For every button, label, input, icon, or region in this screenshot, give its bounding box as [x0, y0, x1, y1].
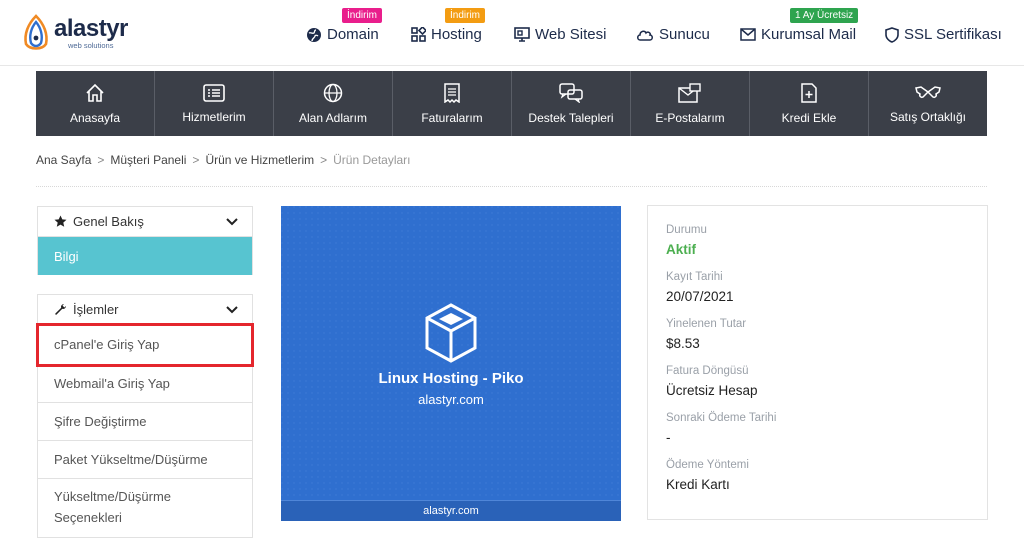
mainnav-anasayfa[interactable]: Anasayfa — [36, 71, 155, 136]
overview-item-bilgi[interactable]: Bilgi — [38, 237, 252, 275]
brand-tagline: web solutions — [68, 40, 114, 50]
upgrade-options-link[interactable]: Yükseltme/Düşürme Seçenekleri — [38, 479, 252, 537]
chevron-down-icon — [226, 217, 238, 225]
actions-panel-header[interactable]: İşlemler — [38, 295, 252, 325]
registration-date-value: 20/07/2021 — [666, 289, 734, 304]
topnav-label: Hosting — [431, 26, 482, 43]
brand-logo[interactable]: alastyr web solutions — [22, 14, 128, 52]
breadcrumb-link[interactable]: Müşteri Paneli — [110, 153, 186, 167]
detail-label: Ödeme Yöntemi — [666, 459, 749, 471]
next-due-date-value: - — [666, 430, 671, 445]
breadcrumb-link[interactable]: Ürün ve Hizmetlerim — [205, 153, 314, 167]
topnav-sunucu[interactable]: Sunucu — [636, 26, 710, 43]
detail-label: Sonraki Ödeme Tarihi — [666, 412, 777, 424]
mainnav-destek-talepleri[interactable]: Destek Talepleri — [512, 71, 631, 136]
detail-label: Durumu — [666, 224, 707, 236]
invoice-icon — [444, 82, 460, 103]
topnav-label: Web Sitesi — [535, 26, 607, 43]
topnav-domain[interactable]: İndirim Domain — [306, 8, 383, 43]
mainnav-label: Satış Ortaklığı — [889, 109, 967, 124]
divider — [36, 186, 987, 187]
top-header: alastyr web solutions İndirim Domain İnd… — [0, 0, 1024, 66]
discount-badge: İndirim — [342, 8, 383, 23]
product-details-panel: Durumu Aktif Kayıt Tarihi 20/07/2021 Yin… — [647, 205, 988, 520]
mainnav-kredi-ekle[interactable]: Kredi Ekle — [750, 71, 869, 136]
cloud-icon — [637, 30, 653, 41]
panel-title: Genel Bakış — [73, 214, 144, 229]
webmail-login-link[interactable]: Webmail'a Giriş Yap — [38, 365, 252, 403]
mail-icon — [678, 82, 701, 103]
mainnav-satis-ortakligi[interactable]: Satış Ortaklığı — [869, 71, 987, 136]
mainnav-label: Anasayfa — [69, 110, 121, 125]
cpanel-login-link[interactable]: cPanel'e Giriş Yap — [36, 323, 254, 367]
mainnav-label: Destek Talepleri — [528, 110, 614, 125]
product-domain: alastyr.com — [418, 392, 484, 407]
topnav-label: Sunucu — [659, 26, 710, 43]
detail-label: Kayıt Tarihi — [666, 271, 723, 283]
breadcrumb-separator: > — [97, 153, 105, 167]
mainnav-label: Faturalarım — [421, 110, 483, 125]
panel-title: İşlemler — [73, 302, 119, 317]
topnav-hosting[interactable]: İndirim Hosting — [411, 8, 486, 43]
globe-icon — [323, 83, 343, 102]
topnav-kurumsal-mail[interactable]: 1 Ay Ücretsiz Kurumsal Mail — [740, 8, 859, 43]
mainnav-label: Kredi Ekle — [781, 110, 837, 125]
chevron-down-icon — [226, 305, 238, 313]
mainnav-faturalarim[interactable]: Faturalarım — [393, 71, 512, 136]
pattern-background — [281, 206, 621, 521]
change-password-link[interactable]: Şifre Değiştirme — [38, 403, 252, 441]
recurring-amount-value: $8.53 — [666, 336, 700, 351]
product-name: Linux Hosting - Piko — [378, 370, 524, 387]
topnav-label: SSL Sertifikası — [904, 26, 1002, 43]
product-card: Linux Hosting - Piko alastyr.com alastyr… — [281, 206, 621, 521]
overview-panel: Genel Bakış Bilgi — [37, 206, 253, 275]
product-footer-domain: alastyr.com — [281, 500, 621, 521]
breadcrumb-link[interactable]: Ana Sayfa — [36, 153, 91, 167]
mainnav-label: Alan Adlarım — [298, 110, 368, 125]
detail-label: Fatura Döngüsü — [666, 365, 749, 377]
cube-box-icon — [425, 303, 477, 363]
breadcrumb-separator: > — [320, 153, 328, 167]
free-month-badge: 1 Ay Ücretsiz — [790, 8, 859, 23]
actions-panel: İşlemler cPanel'e Giriş Yap Webmail'a Gi… — [36, 294, 254, 538]
mainnav-label: Hizmetlerim — [182, 109, 246, 124]
topnav-label: Kurumsal Mail — [761, 26, 857, 43]
client-area-nav: Anasayfa Hizmetlerim Alan Adlarım Fatura… — [36, 71, 987, 136]
chat-icon — [559, 82, 583, 103]
globe-icon — [307, 27, 321, 42]
shield-icon — [885, 26, 899, 43]
brand-name: alastyr — [54, 14, 128, 42]
handshake-icon — [915, 85, 941, 98]
mainnav-alan-adlarim[interactable]: Alan Adlarım — [274, 71, 393, 136]
file-plus-icon — [801, 82, 817, 103]
breadcrumb: Ana Sayfa > Müşteri Paneli > Ürün ve Hiz… — [36, 153, 411, 167]
mainnav-label: E-Postalarım — [655, 110, 725, 125]
discount-badge: İndirim — [445, 8, 486, 23]
mainnav-hizmetlerim[interactable]: Hizmetlerim — [155, 71, 274, 136]
topnav-label: Domain — [327, 26, 379, 43]
list-icon — [203, 83, 225, 102]
status-value: Aktif — [666, 242, 696, 257]
home-icon — [86, 83, 104, 102]
star-icon — [54, 215, 67, 227]
topnav-ssl[interactable]: SSL Sertifikası — [885, 26, 1002, 43]
detail-label: Yinelenen Tutar — [666, 318, 747, 330]
overview-panel-header[interactable]: Genel Bakış — [38, 207, 252, 237]
wrench-icon — [55, 304, 66, 315]
envelope-icon — [740, 28, 756, 41]
grid-icon — [411, 27, 426, 42]
alastyr-logo-icon — [24, 14, 48, 50]
upgrade-downgrade-link[interactable]: Paket Yükseltme/Düşürme — [38, 441, 252, 479]
billing-cycle-value: Ücretsiz Hesap — [666, 383, 758, 398]
mainnav-e-postalarim[interactable]: E-Postalarım — [631, 71, 750, 136]
breadcrumb-separator: > — [192, 153, 200, 167]
topnav-web-sitesi[interactable]: Web Sitesi — [514, 26, 606, 43]
breadcrumb-current: Ürün Detayları — [333, 153, 411, 167]
payment-method-value: Kredi Kartı — [666, 477, 730, 492]
browser-icon — [514, 27, 530, 42]
